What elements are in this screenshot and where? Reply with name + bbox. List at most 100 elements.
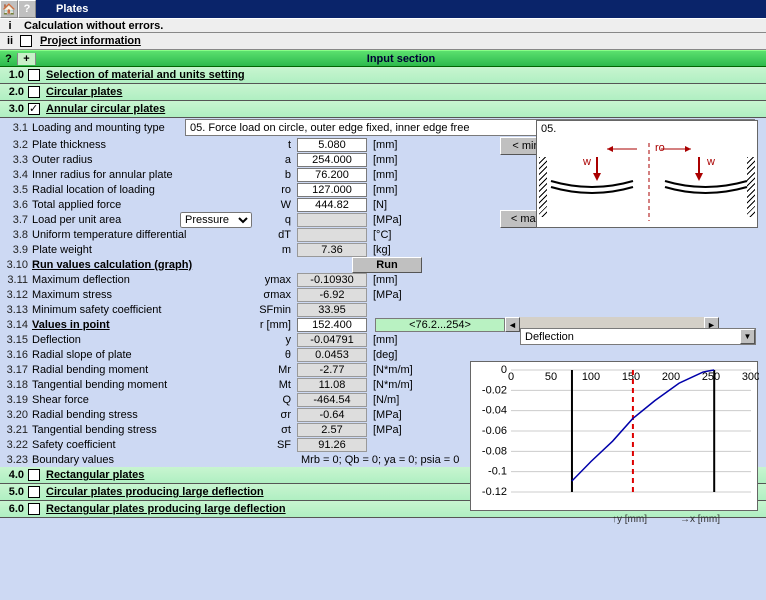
value-r322: 91.26	[297, 438, 367, 452]
title-bar: 🏠 ? Plates	[0, 0, 766, 18]
app-icon[interactable]: 🏠	[0, 0, 18, 18]
section-3-label: Annular circular plates	[46, 103, 165, 115]
row-label: Radial slope of plate	[32, 349, 252, 361]
status-ii-num: ii	[0, 35, 20, 47]
value-r36[interactable]: 444.82	[297, 198, 367, 212]
run-values-label: Run values calculation (graph)	[32, 259, 352, 271]
value-r315: -0.04791	[297, 333, 367, 347]
svg-text:-0.06: -0.06	[482, 425, 507, 437]
row-label: Radial bending stress	[32, 409, 252, 421]
section-1-0[interactable]: 1.0 Selection of material and units sett…	[0, 67, 766, 84]
value-r34[interactable]: 76.200	[297, 168, 367, 182]
row-label: Maximum deflection	[32, 274, 252, 286]
fixed-edge-left-icon	[539, 157, 547, 217]
row-label: Radial location of loading	[32, 184, 252, 196]
value-r312: -6.92	[297, 288, 367, 302]
svg-text:0: 0	[501, 364, 507, 376]
row-label: Radial bending moment	[32, 364, 252, 376]
value-r38	[297, 228, 367, 242]
boundary-values-text: Mrb = 0; Qb = 0; ya = 0; psia = 0	[297, 454, 459, 466]
value-r316: 0.0453	[297, 348, 367, 362]
status-i-num: i	[0, 20, 20, 32]
project-info-checkbox[interactable]	[20, 35, 32, 47]
chevron-down-icon[interactable]: ▼	[740, 329, 755, 344]
value-r33[interactable]: 254.000	[297, 153, 367, 167]
row-label: Tangential bending moment	[32, 379, 252, 391]
fixed-edge-right-icon	[747, 157, 755, 217]
run-button[interactable]: Run	[352, 257, 422, 273]
section-6-checkbox[interactable]	[28, 503, 40, 515]
input-section-label: Input section	[36, 53, 766, 65]
section-4-checkbox[interactable]	[28, 469, 40, 481]
section-4-label: Rectangular plates	[46, 469, 144, 481]
diagram-ro-label: ro	[655, 142, 665, 154]
svg-text:-0.1: -0.1	[488, 466, 507, 478]
value-r35[interactable]: 127.000	[297, 183, 367, 197]
row-label: Plate thickness	[32, 139, 252, 151]
row-label: Shear force	[32, 394, 252, 406]
point-r-input[interactable]: 152.400	[297, 318, 367, 332]
svg-text:-0.04: -0.04	[482, 405, 507, 417]
section-2-label: Circular plates	[46, 86, 122, 98]
value-r321: 2.57	[297, 423, 367, 437]
row-label: Inner radius for annular plate	[32, 169, 252, 181]
section-3-body: 3.1 Loading and mounting type 05. Force …	[0, 118, 766, 467]
window-title: Plates	[56, 3, 88, 15]
chart-type-dropdown[interactable]: Deflection ▼	[520, 328, 756, 345]
expand-button[interactable]: +	[18, 53, 36, 65]
loading-diagram: 05. ro w w	[536, 120, 758, 228]
section-2-checkbox[interactable]	[28, 86, 40, 98]
point-r-range: <76.2...254>	[375, 318, 505, 332]
value-r37	[297, 213, 367, 227]
value-r317: -2.77	[297, 363, 367, 377]
section-6-label: Rectangular plates producing large defle…	[46, 503, 286, 515]
row-label: Safety coefficient	[32, 439, 252, 451]
section-3-checkbox[interactable]	[28, 103, 40, 115]
svg-text:-0.02: -0.02	[482, 384, 507, 396]
boundary-values-label: Boundary values	[32, 454, 252, 466]
section-5-checkbox[interactable]	[28, 486, 40, 498]
row-label: Deflection	[32, 334, 252, 346]
help-icon[interactable]: ?	[18, 0, 36, 18]
diagram-w-label-right: w	[706, 156, 715, 168]
value-r313: 33.95	[297, 303, 367, 317]
section-2-0[interactable]: 2.0 Circular plates	[0, 84, 766, 101]
row-label: Outer radius	[32, 154, 252, 166]
row-label: Tangential bending stress	[32, 424, 252, 436]
section-3-0[interactable]: 3.0 Annular circular plates	[0, 101, 766, 118]
row-label: Uniform temperature differential	[32, 229, 252, 241]
svg-text:150: 150	[622, 371, 640, 383]
value-r39: 7.36	[297, 243, 367, 257]
svg-text:300: 300	[742, 371, 759, 383]
svg-text:0: 0	[508, 371, 514, 383]
help-button[interactable]: ?	[0, 53, 18, 65]
svg-text:-0.12: -0.12	[482, 486, 507, 498]
diagram-w-label-left: w	[582, 156, 591, 168]
load-mode-dropdown[interactable]: Pressure	[180, 212, 252, 228]
chart-x-axis-label: →x [mm]	[680, 514, 720, 525]
status-i-text: Calculation without errors.	[24, 20, 163, 32]
scroll-left-button[interactable]: ◄	[505, 317, 520, 332]
value-r318: 11.08	[297, 378, 367, 392]
section-1-label: Selection of material and units setting	[46, 69, 245, 81]
status-line-i: i Calculation without errors.	[0, 18, 766, 33]
chart-y-axis-label: ↑y [mm]	[612, 514, 647, 525]
input-section-header: ? + Input section	[0, 50, 766, 67]
value-r319: -464.54	[297, 393, 367, 407]
section-1-checkbox[interactable]	[28, 69, 40, 81]
deflection-chart: 0-0.02-0.04-0.06-0.08-0.1-0.120501001502…	[470, 361, 758, 511]
value-r320: -0.64	[297, 408, 367, 422]
status-line-ii: ii Project information	[0, 33, 766, 50]
row-label: Maximum stress	[32, 289, 252, 301]
value-r32[interactable]: 5.080	[297, 138, 367, 152]
svg-text:100: 100	[582, 371, 600, 383]
row-label: Total applied force	[32, 199, 252, 211]
values-in-point-label: Values in point	[32, 319, 252, 331]
value-r311: -0.10930	[297, 273, 367, 287]
svg-text:50: 50	[545, 371, 557, 383]
section-5-label: Circular plates producing large deflecti…	[46, 486, 264, 498]
project-info-label: Project information	[40, 35, 141, 47]
svg-text:-0.08: -0.08	[482, 445, 507, 457]
row-label: Plate weight	[32, 244, 252, 256]
svg-text:200: 200	[662, 371, 680, 383]
